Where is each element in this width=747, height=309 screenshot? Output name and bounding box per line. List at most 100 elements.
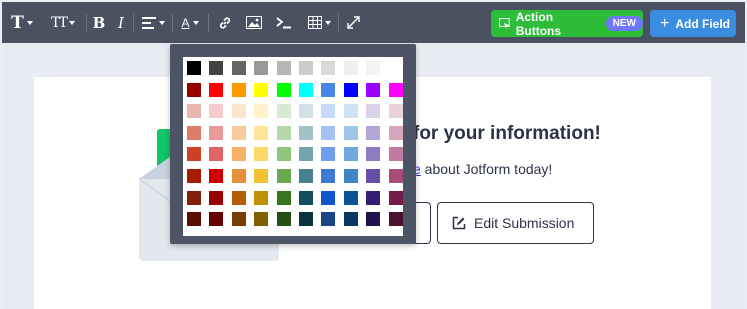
color-swatch[interactable] — [187, 212, 201, 227]
color-swatch[interactable] — [321, 104, 336, 119]
color-swatch[interactable] — [299, 125, 313, 140]
color-swatch[interactable] — [343, 212, 358, 227]
color-swatch[interactable] — [254, 212, 269, 227]
align-dropdown[interactable] — [138, 2, 168, 43]
color-swatch[interactable] — [299, 190, 313, 205]
color-swatch[interactable] — [254, 147, 269, 162]
text-size-dropdown[interactable]: TT — [46, 2, 80, 43]
fullscreen-icon — [346, 16, 360, 29]
color-swatch[interactable] — [231, 190, 246, 205]
bold-button[interactable]: B — [90, 2, 108, 43]
color-swatch[interactable] — [187, 82, 201, 97]
fullscreen-button[interactable] — [343, 2, 363, 43]
color-swatch[interactable] — [388, 61, 403, 75]
color-swatch[interactable] — [343, 169, 358, 183]
code-button[interactable] — [274, 2, 294, 43]
color-swatch[interactable] — [231, 212, 246, 227]
color-swatch[interactable] — [187, 190, 201, 205]
color-swatch[interactable] — [299, 147, 313, 162]
color-swatch[interactable] — [276, 190, 291, 205]
color-swatch[interactable] — [343, 125, 358, 140]
color-swatch[interactable] — [388, 147, 403, 162]
color-swatch[interactable] — [187, 61, 201, 75]
color-swatch[interactable] — [321, 169, 336, 183]
color-swatch[interactable] — [231, 147, 246, 162]
color-swatch[interactable] — [366, 125, 381, 140]
color-swatch[interactable] — [366, 147, 381, 162]
color-swatch[interactable] — [231, 104, 246, 119]
color-swatch[interactable] — [366, 169, 381, 183]
color-swatch[interactable] — [299, 169, 313, 183]
color-swatch[interactable] — [231, 61, 246, 75]
color-swatch[interactable] — [366, 212, 381, 227]
add-field-label: Add Field — [675, 16, 731, 31]
color-swatch[interactable] — [276, 169, 291, 183]
color-swatch[interactable] — [388, 82, 403, 97]
color-swatch[interactable] — [343, 190, 358, 205]
color-swatch[interactable] — [187, 104, 201, 119]
color-swatch[interactable] — [299, 82, 313, 97]
image-icon — [246, 16, 262, 29]
color-swatch[interactable] — [209, 104, 224, 119]
color-swatch[interactable] — [388, 125, 403, 140]
font-color-icon: A — [181, 15, 190, 30]
color-swatch[interactable] — [209, 61, 224, 75]
color-swatch[interactable] — [231, 82, 246, 97]
color-swatch[interactable] — [366, 82, 381, 97]
action-buttons-button[interactable]: Action Buttons NEW — [491, 10, 643, 38]
color-swatch[interactable] — [366, 104, 381, 119]
color-swatch[interactable] — [343, 104, 358, 119]
color-swatch[interactable] — [231, 125, 246, 140]
color-swatch[interactable] — [209, 190, 224, 205]
color-swatch[interactable] — [254, 190, 269, 205]
color-swatch[interactable] — [321, 147, 336, 162]
link-button[interactable] — [215, 2, 235, 43]
color-swatch[interactable] — [209, 147, 224, 162]
color-swatch[interactable] — [321, 212, 336, 227]
color-swatch[interactable] — [321, 125, 336, 140]
color-swatch[interactable] — [299, 212, 313, 227]
color-swatch[interactable] — [254, 104, 269, 119]
color-swatch[interactable] — [276, 147, 291, 162]
color-swatch[interactable] — [209, 125, 224, 140]
color-swatch[interactable] — [276, 104, 291, 119]
color-swatch[interactable] — [388, 190, 403, 205]
color-swatch[interactable] — [321, 82, 336, 97]
color-swatch[interactable] — [343, 82, 358, 97]
color-swatch[interactable] — [276, 212, 291, 227]
color-swatch[interactable] — [366, 190, 381, 205]
color-swatch[interactable] — [343, 61, 358, 75]
italic-button[interactable]: I — [113, 2, 129, 43]
edit-submission-button[interactable]: Edit Submission — [437, 202, 594, 244]
color-swatch[interactable] — [276, 125, 291, 140]
color-swatch[interactable] — [299, 61, 313, 75]
table-dropdown[interactable] — [304, 2, 334, 43]
color-swatch[interactable] — [187, 169, 201, 183]
color-swatch[interactable] — [276, 61, 291, 75]
color-swatch[interactable] — [366, 61, 381, 75]
add-field-button[interactable]: + Add Field — [650, 10, 736, 37]
color-swatch[interactable] — [231, 169, 246, 183]
color-swatch[interactable] — [254, 125, 269, 140]
chevron-down-icon — [192, 20, 199, 25]
image-button[interactable] — [244, 2, 264, 43]
color-swatch[interactable] — [209, 212, 224, 227]
text-style-dropdown[interactable]: T — [8, 2, 36, 43]
color-swatch[interactable] — [321, 61, 336, 75]
color-swatch[interactable] — [209, 169, 224, 183]
color-swatch[interactable] — [343, 147, 358, 162]
color-swatch[interactable] — [388, 104, 403, 119]
color-swatch[interactable] — [254, 169, 269, 183]
color-swatch[interactable] — [321, 190, 336, 205]
color-swatch[interactable] — [187, 147, 201, 162]
color-swatch[interactable] — [187, 125, 201, 140]
color-swatch[interactable] — [299, 104, 313, 119]
font-color-dropdown[interactable]: A — [178, 2, 202, 43]
color-swatch[interactable] — [388, 169, 403, 183]
font-color-palette — [170, 44, 416, 244]
color-swatch[interactable] — [254, 82, 269, 97]
color-swatch[interactable] — [388, 212, 403, 227]
color-swatch[interactable] — [254, 61, 269, 75]
color-swatch[interactable] — [209, 82, 224, 97]
color-swatch[interactable] — [276, 82, 291, 97]
